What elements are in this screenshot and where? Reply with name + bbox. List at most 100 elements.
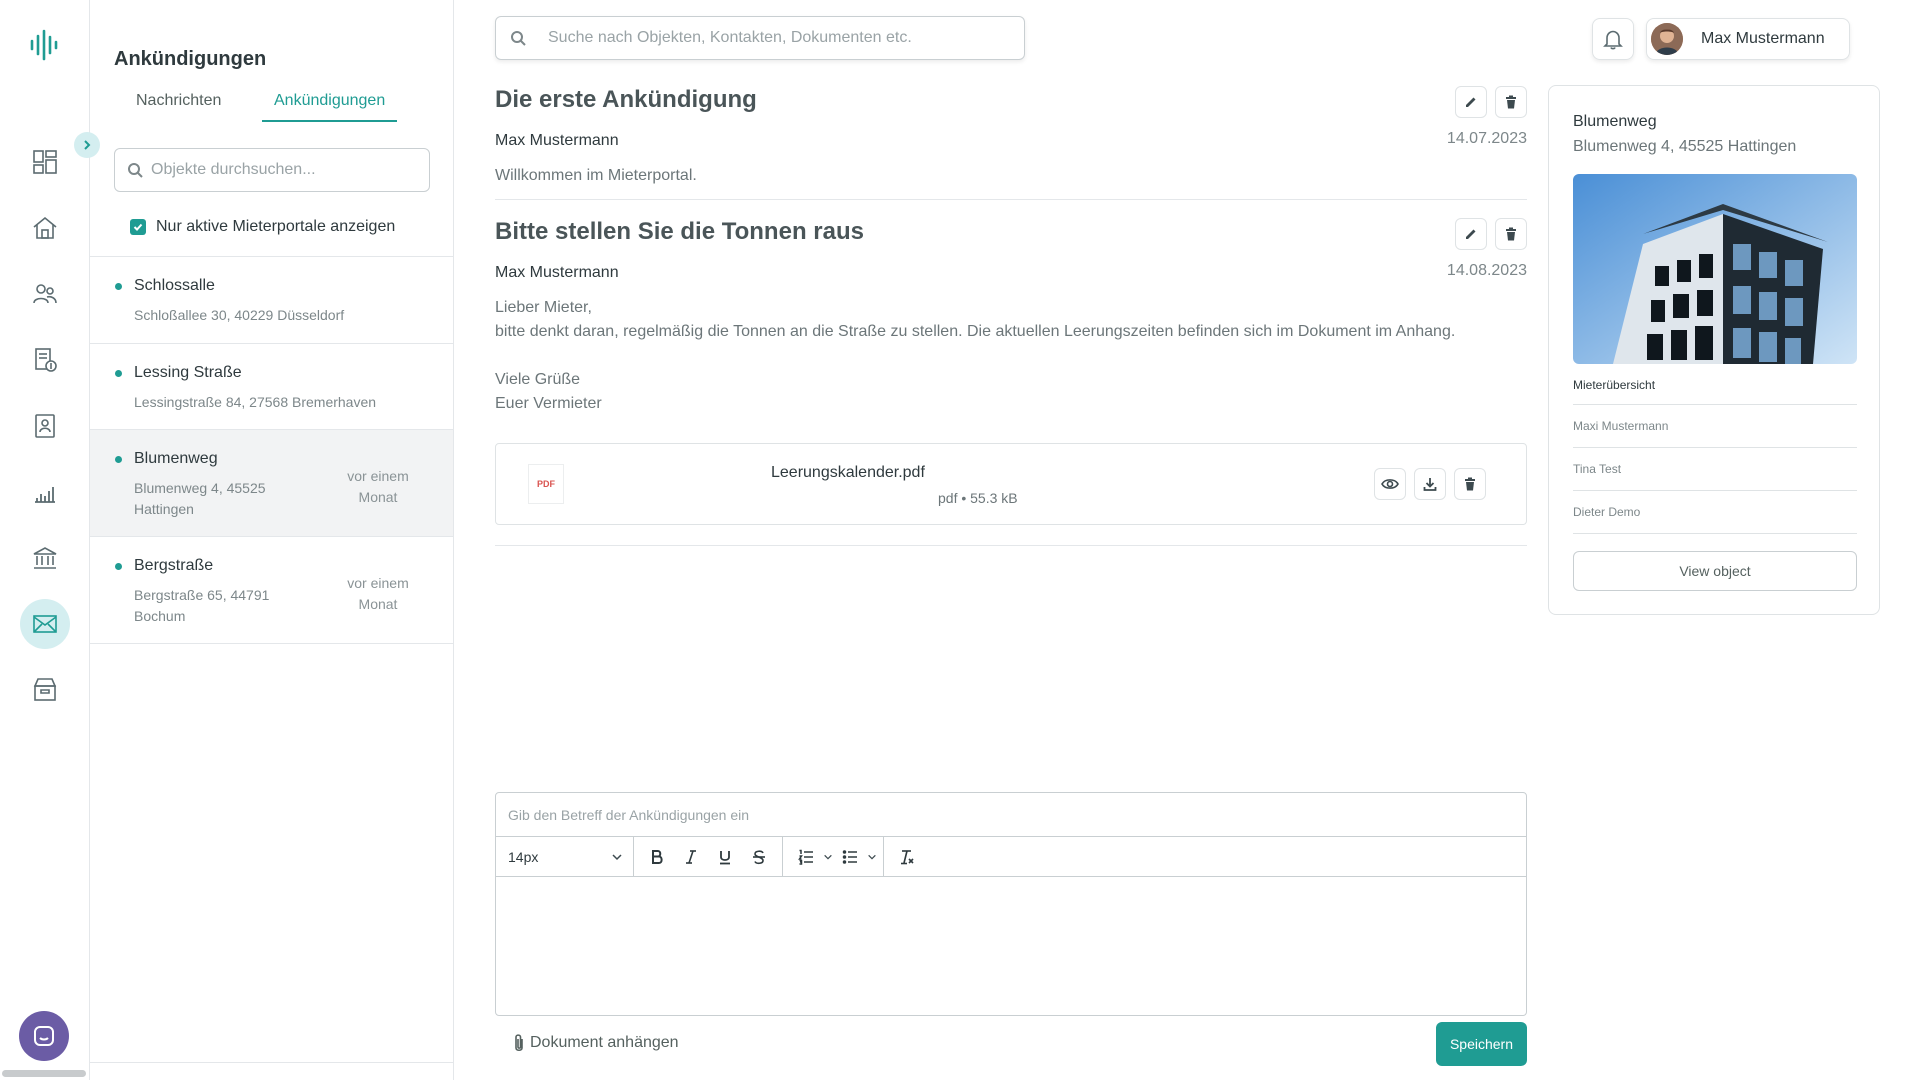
attachment-actions [1374,468,1486,500]
search-icon [511,31,526,46]
announcement-body: Willkommen im Mieterportal. [495,164,1527,188]
delete-button[interactable] [1495,218,1527,250]
announcement-author: Max Mustermann [495,264,619,281]
attachment-file-name[interactable]: Leerungskalender.pdf [771,464,925,482]
attach-document-button[interactable]: Dokument anhängen [512,1033,679,1053]
view-object-button[interactable]: View object [1573,551,1857,591]
bullet-list-button[interactable] [833,840,867,874]
nav-statistics[interactable] [20,467,70,517]
ordered-list-icon [798,849,813,865]
list-item[interactable]: Schlossalle Schloßallee 30, 40229 Düssel… [90,257,453,344]
editor-toolbar: 14px [496,836,1526,877]
message-editor[interactable] [496,877,1526,1015]
nav-tenant-book[interactable] [20,401,70,451]
tenant-row[interactable]: Maxi Mustermann [1573,405,1857,448]
object-search-input[interactable] [151,161,411,179]
chevron-down-icon[interactable] [867,852,877,862]
statistics-icon [35,487,55,503]
body-line: Viele Grüße [495,371,581,388]
announcement-title: Bitte stellen Sie die Tonnen raus [495,218,864,245]
active-portals-filter[interactable]: Nur aktive Mieterportale anzeigen [130,218,395,236]
object-photo [1573,174,1857,364]
announcement-date: 14.07.2023 [1446,130,1527,147]
logo-waveform-icon[interactable] [28,28,62,62]
announcement-actions [1455,86,1527,118]
tenant-row[interactable]: Tina Test [1573,448,1857,491]
nav-home[interactable] [20,203,70,253]
nav-dashboard[interactable] [20,137,70,187]
list-item-address: Lessingstraße 84, 27568 Bremerhaven [134,394,377,410]
pencil-icon [1466,229,1476,239]
font-size-select[interactable]: 14px [496,836,634,877]
tenant-overview-title: Mieterübersicht [1573,378,1656,392]
bell-icon [1603,30,1623,50]
delete-button[interactable] [1495,86,1527,118]
list-item[interactable]: Lessing Straße Lessingstraße 84, 27568 B… [90,344,453,430]
edit-button[interactable] [1455,86,1487,118]
object-list-panel: Ankündigungen Nachrichten Ankündigungen … [90,0,454,1080]
object-detail-card: Blumenweg Blumenweg 4, 45525 Hattingen M… [1548,85,1880,615]
active-portals-checkbox[interactable] [130,219,146,235]
list-group [783,836,884,877]
list-item-time: vor einem Monat [347,468,409,505]
chat-launcher-button[interactable] [19,1011,69,1061]
app-root: Ankündigungen Nachrichten Ankündigungen … [0,0,1920,1080]
tenant-row[interactable]: Dieter Demo [1573,491,1857,534]
announcement-actions [1455,218,1527,250]
filter-label: Nur aktive Mieterportale anzeigen [156,218,396,235]
subject-input[interactable] [508,806,1408,823]
format-group [634,836,783,877]
status-dot [115,563,122,570]
nav-messages[interactable] [20,599,70,649]
checkmark-icon [133,223,143,231]
eye-icon [1381,479,1399,489]
clear-group [884,837,930,877]
trash-icon [1506,227,1516,241]
list-item[interactable]: Blumenweg Blumenweg 4, 45525 Hattingen v… [90,430,453,537]
panel-tabs: Nachrichten Ankündigungen [114,92,430,124]
user-menu-button[interactable]: Max Mustermann [1646,18,1850,60]
trash-icon [1465,477,1475,491]
ordered-list-button[interactable] [789,840,823,874]
clear-format-icon [901,849,914,864]
preview-button[interactable] [1374,468,1406,500]
object-address: Blumenweg 4, 45525 Hattingen [1573,138,1797,155]
italic-button[interactable] [674,840,708,874]
announcement-date: 14.08.2023 [1446,262,1527,279]
strikethrough-button[interactable] [742,840,776,874]
global-search-input[interactable] [548,29,1008,47]
chevron-down-icon[interactable] [823,852,833,862]
announcement-body: Lieber Mieter, bitte denkt daran, regelm… [495,296,1527,416]
contacts-icon [33,284,57,304]
nav-contacts[interactable] [20,269,70,319]
strikethrough-icon [753,849,765,864]
underline-button[interactable] [708,840,742,874]
object-list: Schlossalle Schloßallee 30, 40229 Düssel… [90,256,453,644]
home-icon [33,216,57,239]
list-item[interactable]: Bergstraße Bergstraße 65, 44791 Bochum v… [90,537,453,644]
download-button[interactable] [1414,468,1446,500]
nav-billing[interactable] [20,335,70,385]
announcement-card: Bitte stellen Sie die Tonnen raus Max Mu… [495,212,1527,546]
archive-icon [33,678,57,701]
body-line: Willkommen im Mieterportal. [495,167,697,184]
edit-button[interactable] [1455,218,1487,250]
tab-nachrichten[interactable]: Nachrichten [124,92,233,120]
bold-button[interactable] [640,840,674,874]
notifications-button[interactable] [1592,18,1634,60]
nav-archive[interactable] [20,665,70,715]
expand-sidebar-button[interactable] [74,132,100,158]
status-dot [115,370,122,377]
clear-format-button[interactable] [890,840,924,874]
object-search [114,148,430,192]
user-name: Max Mustermann [1701,30,1825,47]
tab-ankuendigungen[interactable]: Ankündigungen [262,92,398,122]
horizontal-scrollbar[interactable] [2,1070,86,1077]
nav-bank[interactable] [20,533,70,583]
delete-attachment-button[interactable] [1454,468,1486,500]
save-button[interactable]: Speichern [1436,1022,1527,1066]
chevron-right-icon [84,140,91,150]
pencil-icon [1466,97,1476,107]
download-icon [1423,478,1437,491]
